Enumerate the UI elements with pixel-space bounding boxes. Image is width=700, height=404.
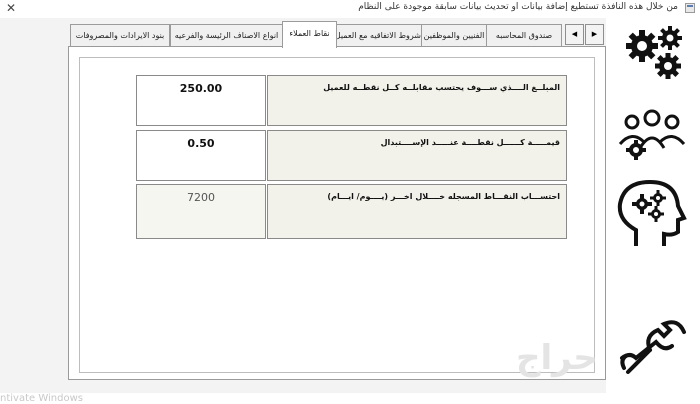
- tab-accounting-box[interactable]: صندوق المحاسبه: [486, 24, 562, 46]
- field-row-point-value: 0.50 قيمـــــة كــــــل نقطــــة عنـــــ…: [136, 130, 567, 181]
- points-period-label-cell: احتســـاب النقـــاط المسجله خــــلال اخـ…: [267, 184, 567, 239]
- tab-agreement-terms[interactable]: شروط الاتفاقيه مع العميل: [336, 24, 422, 46]
- tab-scroll-right-button[interactable]: ▶: [585, 24, 604, 45]
- window-title: من خلال هذه النافذة تستطيع إضافة بيانات …: [358, 2, 678, 12]
- close-button[interactable]: ✕: [6, 2, 16, 14]
- site-watermark: حراج: [516, 338, 598, 378]
- tab-scroll-left-button[interactable]: ◀: [565, 24, 584, 45]
- points-period-value: 7200: [187, 191, 215, 204]
- tab-customer-points[interactable]: نقاط العملاء: [282, 21, 337, 48]
- point-value-label-cell: قيمـــــة كــــــل نقطــــة عنـــــد الإ…: [267, 130, 567, 181]
- point-value-label: قيمـــــة كــــــل نقطــــة عنـــــد الإ…: [380, 138, 560, 147]
- tab-revenue-expense-items[interactable]: بنود الايرادات والمصروفات: [70, 24, 170, 46]
- tools-icon[interactable]: [606, 308, 700, 382]
- windows-activation-watermark: ntivate Windows: [0, 393, 83, 404]
- field-row-points-period: 7200 احتســـاب النقـــاط المسجله خــــلا…: [136, 184, 567, 239]
- point-value-field[interactable]: 0.50: [136, 130, 266, 181]
- gears-icon[interactable]: [606, 20, 700, 100]
- main-area: بنود الايرادات والمصروفات انواع الاصناف …: [0, 18, 700, 404]
- points-period-label: احتســـاب النقـــاط المسجله خــــلال اخـ…: [327, 192, 560, 201]
- point-value-value: 0.50: [187, 137, 215, 150]
- points-amount-value: 250.00: [179, 82, 223, 95]
- window-icon: [685, 3, 695, 13]
- points-period-field[interactable]: 7200: [136, 184, 266, 239]
- sidebar: حراج: [516, 18, 700, 393]
- tab-item-categories[interactable]: انواع الاصناف الرئيسة والفرعيه: [170, 24, 283, 46]
- tab-technicians-employees[interactable]: الفنيين والموظفين: [421, 24, 487, 46]
- head-gears-icon[interactable]: [606, 176, 700, 252]
- team-settings-icon[interactable]: [606, 104, 700, 164]
- tab-strip: بنود الايرادات والمصروفات انواع الاصناف …: [70, 21, 607, 48]
- field-row-points-amount: 250.00 المبلــغ الــــذي ســـوف يحتسب مق…: [136, 75, 567, 126]
- points-amount-field[interactable]: 250.00: [136, 75, 266, 126]
- points-amount-label: المبلــغ الــــذي ســـوف يحتسب مقابلــه …: [323, 83, 560, 92]
- points-amount-label-cell: المبلــغ الــــذي ســـوف يحتسب مقابلــه …: [267, 75, 567, 126]
- title-bar: ✕ من خلال هذه النافذة تستطيع إضافة بيانا…: [0, 0, 700, 18]
